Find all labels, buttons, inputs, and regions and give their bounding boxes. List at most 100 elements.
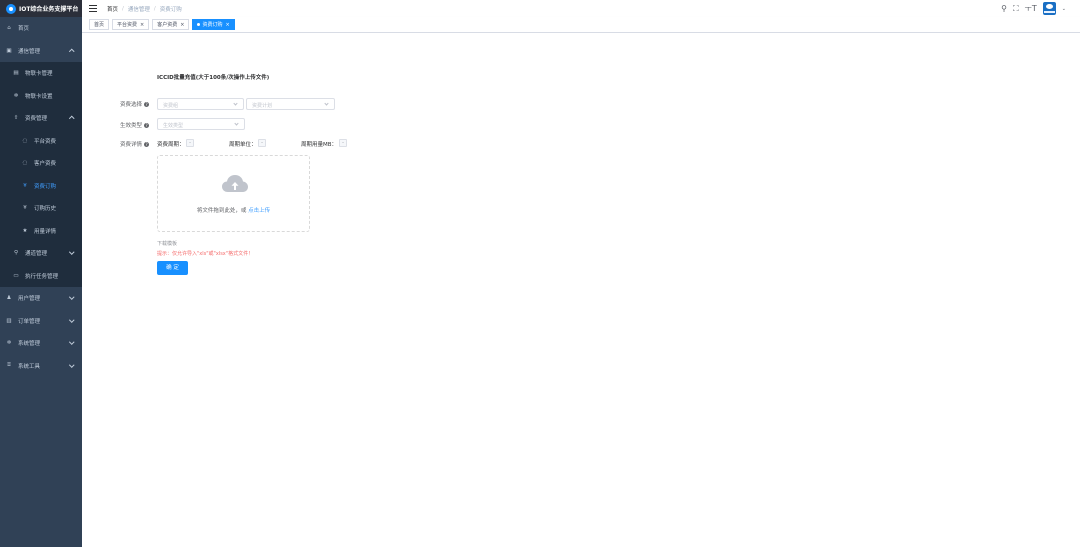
upload-cloud-icon (222, 175, 248, 192)
sidebar-item-task-management[interactable]: ▭ 执行任务管理 (0, 264, 82, 287)
file-format-tip: 提示：仅允许导入"xls"或"xlsx"格式文件！ (157, 251, 254, 257)
sidebar-item-comm-management[interactable]: ▣ 通信管理 (0, 40, 82, 63)
tree-icon: ⚲ (13, 250, 19, 257)
sidebar-item-channel-management[interactable]: ⚲ 通道管理 (0, 242, 82, 265)
label-text: 资费详情 (120, 142, 143, 148)
sidebar-item-iot-card-settings[interactable]: ✲ 物联卡设置 (0, 84, 82, 107)
star-icon: ★ (22, 227, 28, 234)
question-icon[interactable]: ? (144, 141, 150, 147)
sidebar-item-platform-fee[interactable]: ◌ 平台资费 (0, 129, 82, 152)
tag-label: 首页 (94, 22, 105, 28)
active-dot-icon (197, 23, 201, 26)
chevron-up-icon (68, 48, 74, 54)
tag-customer-fee[interactable]: 客户资费 × (152, 19, 190, 30)
tag-label: 资费订购 (202, 22, 223, 28)
cycle-usage-label: 周期用量MB： (301, 142, 338, 148)
sidebar-item-label: 系统管理 (18, 341, 41, 348)
chevron-down-icon (68, 249, 74, 255)
card-icon: ▣ (6, 47, 12, 54)
caret-down-icon[interactable]: ⌄ (1062, 6, 1066, 12)
font-size-icon[interactable]: ㅜT (1025, 2, 1037, 15)
select-placeholder: 生效类型 (163, 122, 184, 129)
close-icon[interactable]: × (225, 22, 229, 28)
user-icon: ♟ (6, 295, 12, 302)
download-template-link[interactable]: 下载模板 (157, 240, 177, 247)
sidebar-item-order-history[interactable]: ¥ 订购历史 (0, 197, 82, 220)
cycle-usage-value: - (339, 139, 347, 147)
navbar-actions: ⚲ ⛶ ㅜT ⌄ (1001, 2, 1066, 15)
fee-group-select[interactable]: 资费组 (157, 98, 244, 110)
effect-type-label: 生效类型 ? (120, 121, 150, 129)
breadcrumb-item-home[interactable]: 首页 (107, 5, 118, 13)
sidebar-item-label: 平台资费 (34, 138, 57, 145)
sidebar-item-user-management[interactable]: ♟ 用户管理 (0, 287, 82, 310)
tag-home[interactable]: 首页 (89, 19, 110, 30)
upload-instructions: 将文件拖到此处，或 点击上传 (158, 206, 309, 214)
tag-label: 平台资费 (117, 22, 138, 28)
breadcrumb-item-comm: 通信管理 (127, 6, 150, 13)
tag-platform-fee[interactable]: 平台资费 × (112, 19, 150, 30)
settings-icon: ✲ (6, 340, 12, 347)
sidebar-item-label: 订购历史 (34, 206, 57, 213)
confirm-button[interactable]: 确 定 (157, 261, 188, 275)
chevron-down-icon (324, 101, 329, 106)
hamburger-icon[interactable] (89, 5, 97, 12)
close-icon[interactable]: × (140, 22, 144, 28)
effect-type-select[interactable]: 生效类型 (157, 118, 245, 130)
chevron-down-icon (68, 316, 74, 322)
search-icon[interactable]: ⚲ (1001, 2, 1007, 15)
sidebar-item-home[interactable]: ⌂ 首页 (0, 17, 82, 40)
fee-cycle-value: - (186, 139, 194, 147)
breadcrumb-item-current: 资费订购 (159, 6, 182, 13)
form-title: ICCID批量充值(大于100条/次操作上传文件) (157, 75, 270, 81)
sidebar-item-order-management[interactable]: ▥ 订单管理 (0, 310, 82, 333)
sidebar-item-system-tools[interactable]: ⌸ 系统工具 (0, 355, 82, 378)
select-placeholder: 资费计划 (252, 102, 273, 109)
shield-icon: ◌ (22, 160, 28, 167)
sidebar-item-customer-fee[interactable]: ◌ 客户资费 (0, 152, 82, 175)
tag-fee-order[interactable]: 资费订购 × (192, 19, 235, 30)
sidebar-item-label: 订单管理 (18, 318, 41, 325)
tool-icon: ⌸ (7, 362, 11, 369)
tags-view: 首页 平台资费 × 客户资费 × 资费订购 × (82, 17, 1080, 33)
sidebar-item-fee-management[interactable]: ⇧ 资费管理 (0, 107, 82, 130)
chevron-down-icon (68, 339, 74, 345)
fee-detail-label: 资费详情 ? (120, 140, 150, 148)
sidebar-item-usage-detail[interactable]: ★ 用量详情 (0, 219, 82, 242)
navbar: 首页 / 通信管理 / 资费订购 ⚲ ⛶ ㅜT ⌄ (82, 0, 1080, 17)
app-root: IOT综合业务支撑平台 ⌂ 首页 ▣ 通信管理 ▤ 物联卡管理 ✲ 物联卡设置 … (0, 0, 1080, 547)
sidebar-item-iot-card-management[interactable]: ▤ 物联卡管理 (0, 62, 82, 85)
chart-icon: ▥ (6, 317, 12, 324)
sidebar-item-label: 系统工具 (18, 363, 41, 370)
sidebar-item-label: 资费管理 (25, 116, 48, 123)
sidebar-item-label: 客户资费 (34, 161, 57, 168)
sidebar-item-fee-order[interactable]: ¥ 资费订购 (0, 174, 82, 197)
sidebar-item-label: 用量详情 (34, 228, 57, 235)
click-upload-link[interactable]: 点击上传 (248, 208, 270, 214)
gear-icon: ✲ (13, 92, 19, 99)
yen-icon: ¥ (23, 205, 27, 212)
close-icon[interactable]: × (180, 22, 184, 28)
avatar[interactable] (1042, 2, 1056, 15)
upload-dropzone[interactable]: 将文件拖到此处，或 点击上传 (157, 155, 310, 232)
sidebar-item-label: 用户管理 (18, 296, 41, 303)
tag-label: 客户资费 (157, 22, 178, 28)
cart-icon: ¥ (23, 182, 27, 189)
question-icon[interactable]: ? (144, 122, 150, 128)
cycle-unit-value: - (258, 139, 266, 147)
label-text: 生效类型 (120, 123, 143, 129)
chevron-down-icon (234, 121, 239, 126)
home-icon: ⌂ (7, 25, 11, 32)
logo[interactable]: IOT综合业务支撑平台 (0, 0, 82, 17)
fullscreen-icon[interactable]: ⛶ (1013, 2, 1019, 15)
fee-plan-select[interactable]: 资费计划 (246, 98, 335, 110)
chevron-up-icon (68, 116, 74, 122)
fee-icon: ⇧ (13, 115, 19, 122)
app-title: IOT综合业务支撑平台 (19, 6, 79, 13)
main-content: ICCID批量充值(大于100条/次操作上传文件) 资费选择 ? 资费组 资费计… (82, 33, 1080, 547)
breadcrumb-separator: / (153, 5, 156, 12)
sidebar-item-system-management[interactable]: ✲ 系统管理 (0, 332, 82, 355)
sidebar-item-label: 执行任务管理 (25, 273, 59, 280)
question-icon[interactable]: ? (144, 101, 150, 107)
list-icon: ▤ (13, 70, 19, 77)
